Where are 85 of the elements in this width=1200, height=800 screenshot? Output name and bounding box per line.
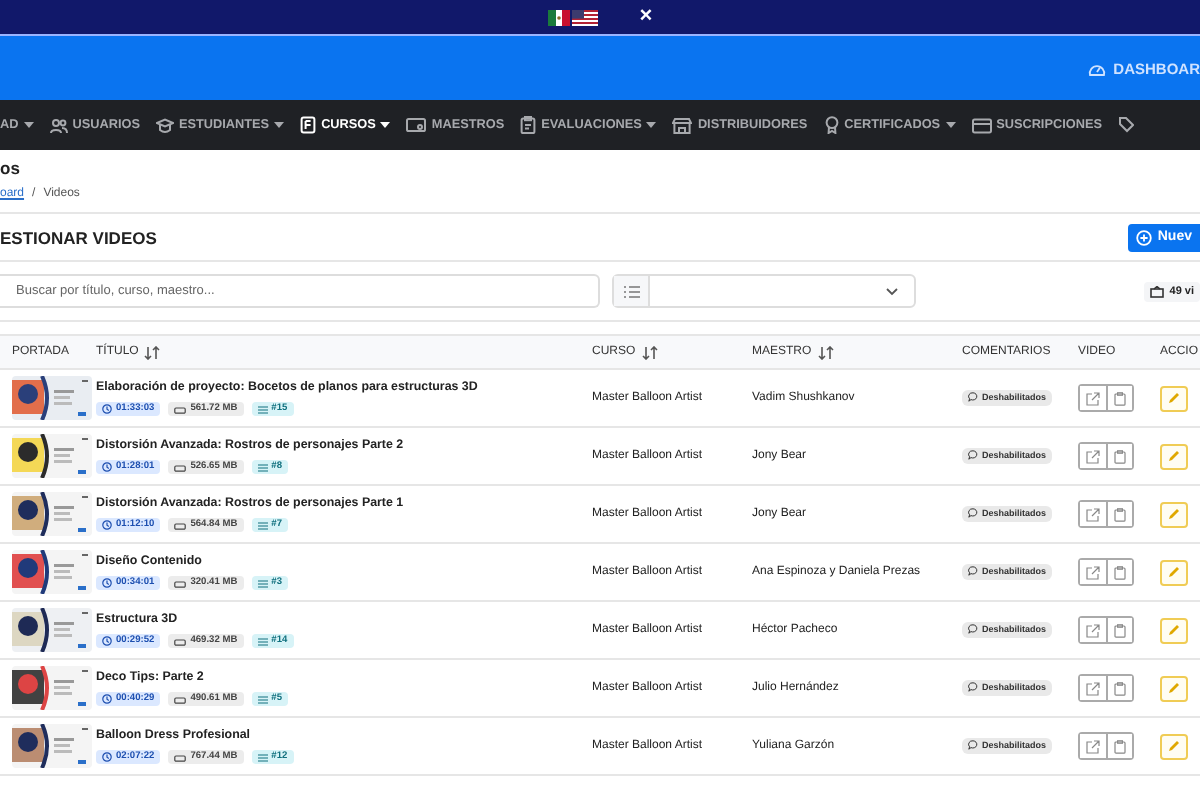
clipboard-icon	[1114, 449, 1126, 463]
clock-icon	[102, 636, 112, 646]
external-link-icon	[1086, 449, 1100, 463]
credit-card-icon	[971, 117, 992, 133]
copy-button[interactable]	[1106, 676, 1132, 700]
plus-circle-icon	[1135, 229, 1152, 245]
edit-button[interactable]	[1160, 559, 1188, 585]
usa-flag-icon[interactable]	[571, 9, 598, 25]
pencil-icon	[1168, 566, 1180, 578]
clock-icon	[102, 404, 112, 414]
award-icon	[823, 116, 840, 134]
open-video-button[interactable]	[1080, 676, 1106, 700]
list-icon	[257, 405, 268, 413]
clipboard-icon	[520, 116, 537, 134]
store-icon	[672, 117, 693, 133]
external-link-icon	[1086, 565, 1100, 579]
mexico-flag-icon[interactable]	[547, 9, 570, 25]
list-icon	[257, 463, 268, 471]
book-icon	[300, 116, 317, 134]
list-icon	[257, 753, 268, 761]
page-title: os	[0, 158, 22, 180]
card-title: ESTIONAR VIDEOS	[0, 227, 157, 247]
student-icon	[155, 117, 174, 133]
chevron-down-icon	[886, 287, 898, 295]
edit-button[interactable]	[1160, 501, 1188, 527]
gauge-icon	[1087, 61, 1106, 75]
clipboard-icon	[1114, 507, 1126, 521]
sort-icon[interactable]	[817, 345, 834, 359]
clock-icon	[102, 462, 112, 472]
pencil-icon	[1168, 740, 1180, 752]
open-video-button[interactable]	[1080, 444, 1106, 468]
filter-select[interactable]	[612, 274, 916, 308]
open-video-button[interactable]	[1080, 618, 1106, 642]
speech-bubble-icon	[968, 740, 978, 751]
clock-icon	[102, 520, 112, 530]
external-link-icon	[1086, 391, 1100, 405]
list-icon	[623, 285, 639, 297]
clipboard-icon	[1114, 623, 1126, 637]
clock-icon	[102, 694, 112, 704]
external-link-icon	[1086, 623, 1100, 637]
pencil-icon	[1168, 682, 1180, 694]
list-icon	[257, 637, 268, 645]
external-link-icon	[1086, 681, 1100, 695]
speech-bubble-icon	[968, 682, 978, 693]
speech-bubble-icon	[968, 508, 978, 519]
list-icon	[257, 695, 268, 703]
open-video-button[interactable]	[1080, 560, 1106, 584]
edit-button[interactable]	[1160, 443, 1188, 469]
edit-button[interactable]	[1160, 385, 1188, 411]
clipboard-icon	[1114, 739, 1126, 753]
copy-button[interactable]	[1106, 444, 1132, 468]
pencil-icon	[1168, 392, 1180, 404]
sort-icon[interactable]	[641, 345, 658, 359]
copy-button[interactable]	[1106, 734, 1132, 758]
clipboard-icon	[1114, 391, 1126, 405]
presentation-icon	[406, 117, 427, 133]
pencil-icon	[1168, 624, 1180, 636]
edit-button[interactable]	[1160, 675, 1188, 701]
open-video-button[interactable]	[1080, 734, 1106, 758]
open-video-button[interactable]	[1080, 502, 1106, 526]
clock-icon	[102, 578, 112, 588]
speech-bubble-icon	[968, 624, 978, 635]
external-link-icon	[1086, 507, 1100, 521]
pencil-icon	[1168, 508, 1180, 520]
pencil-icon	[1168, 450, 1180, 462]
close-button[interactable]: ×	[639, 6, 653, 28]
speech-bubble-icon	[968, 566, 978, 577]
copy-button[interactable]	[1106, 386, 1132, 410]
edit-button[interactable]	[1160, 617, 1188, 643]
speech-bubble-icon	[968, 450, 978, 461]
clipboard-icon	[1114, 681, 1126, 695]
users-icon	[49, 117, 68, 133]
list-icon	[257, 521, 268, 529]
speech-bubble-icon	[968, 392, 978, 403]
clock-icon	[102, 752, 112, 762]
edit-button[interactable]	[1160, 733, 1188, 759]
copy-button[interactable]	[1106, 560, 1132, 584]
open-video-button[interactable]	[1080, 386, 1106, 410]
list-icon	[257, 579, 268, 587]
copy-button[interactable]	[1106, 502, 1132, 526]
copy-button[interactable]	[1106, 618, 1132, 642]
external-link-icon	[1086, 739, 1100, 753]
sort-icon[interactable]	[144, 345, 161, 359]
clipboard-icon	[1114, 565, 1126, 579]
tag-icon[interactable]	[1117, 116, 1134, 134]
